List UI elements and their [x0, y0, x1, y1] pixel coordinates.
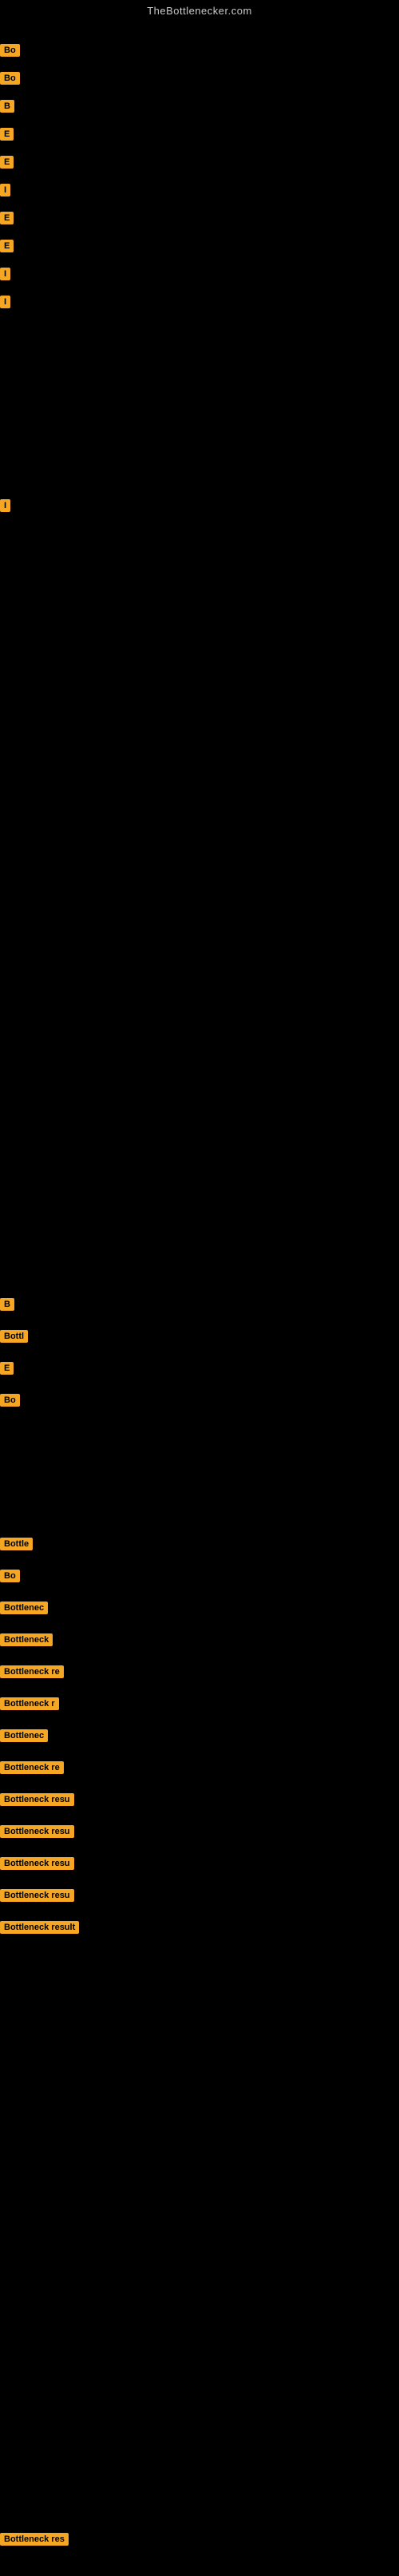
badge-6: I: [0, 184, 10, 196]
badge-18: Bottlenec: [0, 1602, 48, 1614]
badge-15: Bo: [0, 1394, 20, 1407]
badge-22: Bottlenec: [0, 1729, 48, 1742]
badge-17: Bo: [0, 1570, 20, 1582]
badge-2: Bo: [0, 72, 20, 85]
badge-29: Bottleneck res: [0, 2533, 69, 2546]
badge-7: E: [0, 212, 14, 224]
badge-10: I: [0, 296, 10, 308]
badge-26: Bottleneck resu: [0, 1857, 74, 1870]
badge-1: Bo: [0, 44, 20, 57]
badge-19: Bottleneck: [0, 1633, 53, 1646]
badge-12: B: [0, 1298, 14, 1311]
site-title: TheBottlenecker.com: [0, 0, 399, 20]
badge-14: E: [0, 1362, 14, 1375]
badge-8: E: [0, 240, 14, 252]
badge-20: Bottleneck re: [0, 1665, 64, 1678]
badge-27: Bottleneck resu: [0, 1889, 74, 1902]
badge-25: Bottleneck resu: [0, 1825, 74, 1838]
badge-4: E: [0, 128, 14, 141]
badge-3: B: [0, 100, 14, 113]
badge-5: E: [0, 156, 14, 169]
badge-9: I: [0, 268, 10, 280]
badge-21: Bottleneck r: [0, 1697, 59, 1710]
badge-24: Bottleneck resu: [0, 1793, 74, 1806]
badge-23: Bottleneck re: [0, 1761, 64, 1774]
badge-16: Bottle: [0, 1538, 33, 1550]
badge-13: Bottl: [0, 1330, 28, 1343]
badge-28: Bottleneck result: [0, 1921, 79, 1934]
badge-11: I: [0, 499, 10, 512]
